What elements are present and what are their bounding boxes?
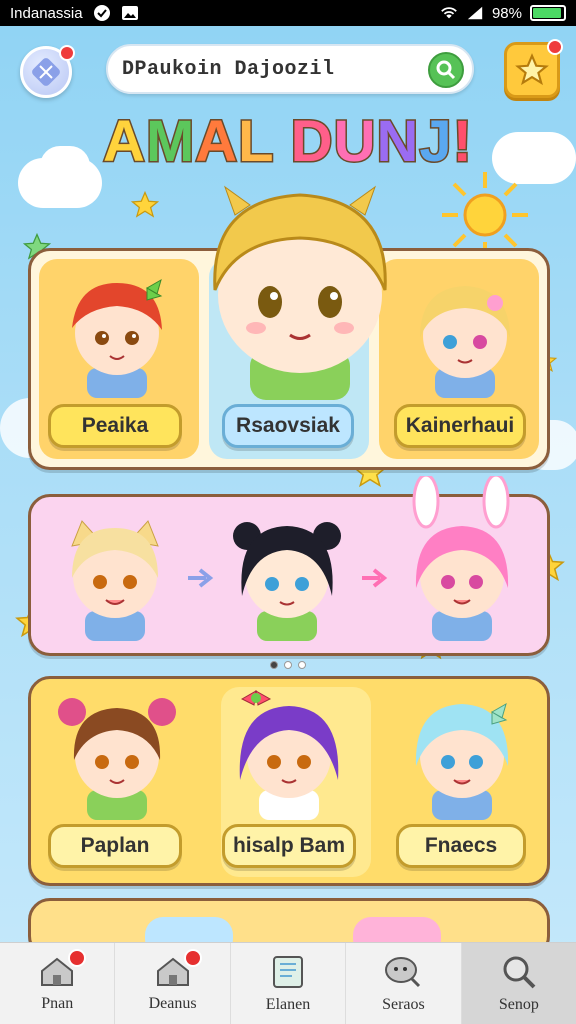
notification-badge: [68, 949, 87, 967]
title-letter: U: [332, 108, 377, 176]
page-dot[interactable]: [270, 661, 278, 669]
nav-label: Pnan: [41, 994, 74, 1012]
character-name: hisalp Bam: [232, 834, 346, 857]
character-name-chip[interactable]: hisalp Bam: [222, 824, 356, 868]
book-icon: [273, 955, 304, 988]
character-name: Paplan: [80, 834, 150, 857]
title-letter: L: [237, 108, 274, 176]
notification-badge: [547, 39, 563, 55]
search-icon: [503, 956, 536, 988]
notification-badge: [59, 45, 75, 61]
wifi-icon: [440, 4, 458, 22]
character-brown-hair: [58, 698, 176, 820]
search-button[interactable]: [428, 52, 464, 88]
battery-percent: 98%: [491, 4, 522, 22]
character-purple-hair: [239, 690, 339, 820]
character-name: Kainerhaui: [405, 414, 515, 437]
profile-button[interactable]: [20, 45, 75, 98]
carrier-name: Indanassia: [10, 4, 83, 22]
nav-item-deanus[interactable]: Deanus: [115, 943, 231, 1024]
header-bar: DPaukoin Dajoozil: [0, 34, 576, 104]
title-letter: !: [451, 108, 473, 176]
rewards-button[interactable]: [504, 39, 563, 98]
status-bar: Indanassia 98%: [0, 0, 576, 26]
signal-icon: [466, 4, 484, 22]
title-letter: J: [418, 108, 453, 176]
title-letter: N: [375, 108, 420, 176]
character-name-chip[interactable]: Rsaovsiak: [222, 404, 354, 448]
character-blonde-girl: [420, 286, 510, 398]
character-name-chip[interactable]: Peaika: [48, 404, 182, 448]
nav-item-seraos[interactable]: Seraos: [346, 943, 462, 1024]
nav-label: Seraos: [382, 995, 425, 1013]
character-blonde-cat: [71, 520, 159, 641]
chat-search-icon: [385, 956, 421, 987]
bottom-navigation: Pnan Deanus Elanen Seraos Senop: [0, 942, 576, 1024]
nav-label: Deanus: [148, 994, 197, 1012]
character-name: Peaika: [81, 414, 149, 437]
nav-item-senop[interactable]: Senop: [461, 943, 576, 1024]
arrow-right-icon: [362, 568, 388, 588]
title-letter: M: [144, 108, 196, 176]
nav-label: Elanen: [265, 995, 311, 1013]
page-dot[interactable]: [298, 661, 306, 669]
nav-item-pnan[interactable]: Pnan: [0, 943, 116, 1024]
character-name-chip[interactable]: Fnaecs: [396, 824, 526, 868]
game-title: AMAL DUNJ!: [0, 108, 576, 176]
title-letter: [274, 109, 291, 174]
notification-badge: [183, 949, 202, 967]
search-field[interactable]: DPaukoin Dajoozil: [106, 44, 474, 94]
character-name: Fnaecs: [424, 834, 498, 857]
check-circle-icon: [93, 4, 111, 22]
title-letter: D: [289, 108, 334, 176]
character-red-hair: [72, 278, 163, 398]
page-indicator: [270, 661, 306, 669]
star-icon: [515, 53, 549, 86]
title-letter: A: [194, 108, 239, 176]
nav-label: Senop: [498, 995, 539, 1013]
image-icon: [121, 4, 139, 22]
page-dot[interactable]: [284, 661, 292, 669]
character-pink-bunny: [412, 476, 510, 641]
character-black-hair: [233, 522, 341, 641]
nav-item-elanen[interactable]: Elanen: [231, 943, 347, 1024]
arrow-right-icon: [188, 568, 214, 588]
character-name: Rsaovsiak: [236, 414, 340, 437]
character-blue-hair: [415, 702, 509, 820]
character-name-chip[interactable]: Kainerhaui: [394, 404, 526, 448]
search-input[interactable]: DPaukoin Dajoozil: [122, 58, 335, 81]
avatar-icon: [32, 58, 60, 86]
star-decoration: [130, 190, 160, 218]
character-name-chip[interactable]: Paplan: [48, 824, 182, 868]
character-blonde-main: [213, 185, 387, 400]
title-letter: A: [102, 108, 147, 176]
search-icon: [436, 60, 456, 80]
battery-icon: [530, 5, 566, 21]
sun-icon: [442, 172, 528, 258]
